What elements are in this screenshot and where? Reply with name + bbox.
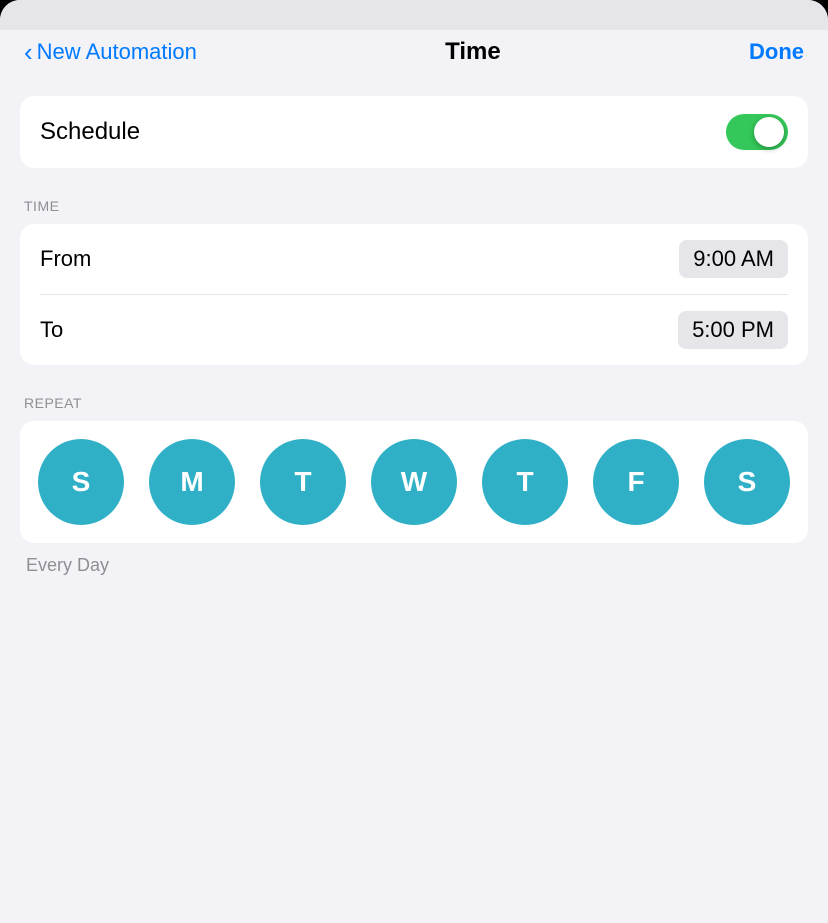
phone-container: ‹ New Automation Time Done Schedule TIME… bbox=[0, 0, 828, 923]
back-label: New Automation bbox=[37, 39, 197, 65]
day-letter-friday: F bbox=[627, 466, 644, 498]
content: Schedule TIME From 9:00 AM To 5:00 PM RE… bbox=[0, 86, 828, 596]
toggle-thumb bbox=[754, 117, 784, 147]
schedule-row: Schedule bbox=[40, 96, 788, 168]
schedule-toggle[interactable] bbox=[726, 114, 788, 150]
top-bar bbox=[0, 0, 828, 30]
day-circle-friday[interactable]: F bbox=[593, 439, 679, 525]
day-letter-tuesday: T bbox=[294, 466, 311, 498]
day-circle-tuesday[interactable]: T bbox=[260, 439, 346, 525]
repeat-description: Every Day bbox=[20, 555, 808, 576]
schedule-card: Schedule bbox=[20, 96, 808, 168]
from-row: From 9:00 AM bbox=[40, 224, 788, 294]
back-chevron-icon: ‹ bbox=[24, 39, 33, 65]
from-value[interactable]: 9:00 AM bbox=[679, 240, 788, 278]
day-circle-saturday[interactable]: S bbox=[704, 439, 790, 525]
time-card: From 9:00 AM To 5:00 PM bbox=[20, 224, 808, 365]
to-row: To 5:00 PM bbox=[40, 295, 788, 365]
day-circle-sunday[interactable]: S bbox=[38, 439, 124, 525]
day-circle-thursday[interactable]: T bbox=[482, 439, 568, 525]
from-label: From bbox=[40, 246, 91, 272]
repeat-section-label: REPEAT bbox=[20, 395, 808, 411]
day-letter-saturday: S bbox=[738, 466, 757, 498]
day-circle-monday[interactable]: M bbox=[149, 439, 235, 525]
page-title: Time bbox=[197, 38, 749, 66]
back-button[interactable]: ‹ New Automation bbox=[24, 39, 197, 65]
days-card: S M T W T F S bbox=[20, 421, 808, 543]
day-letter-wednesday: W bbox=[401, 466, 427, 498]
day-letter-monday: M bbox=[180, 466, 203, 498]
done-button[interactable]: Done bbox=[749, 39, 804, 65]
day-letter-thursday: T bbox=[516, 466, 533, 498]
day-letter-sunday: S bbox=[72, 466, 91, 498]
day-circle-wednesday[interactable]: W bbox=[371, 439, 457, 525]
schedule-label: Schedule bbox=[40, 118, 140, 146]
to-value[interactable]: 5:00 PM bbox=[678, 311, 788, 349]
to-label: To bbox=[40, 317, 63, 343]
time-section-label: TIME bbox=[20, 198, 808, 214]
